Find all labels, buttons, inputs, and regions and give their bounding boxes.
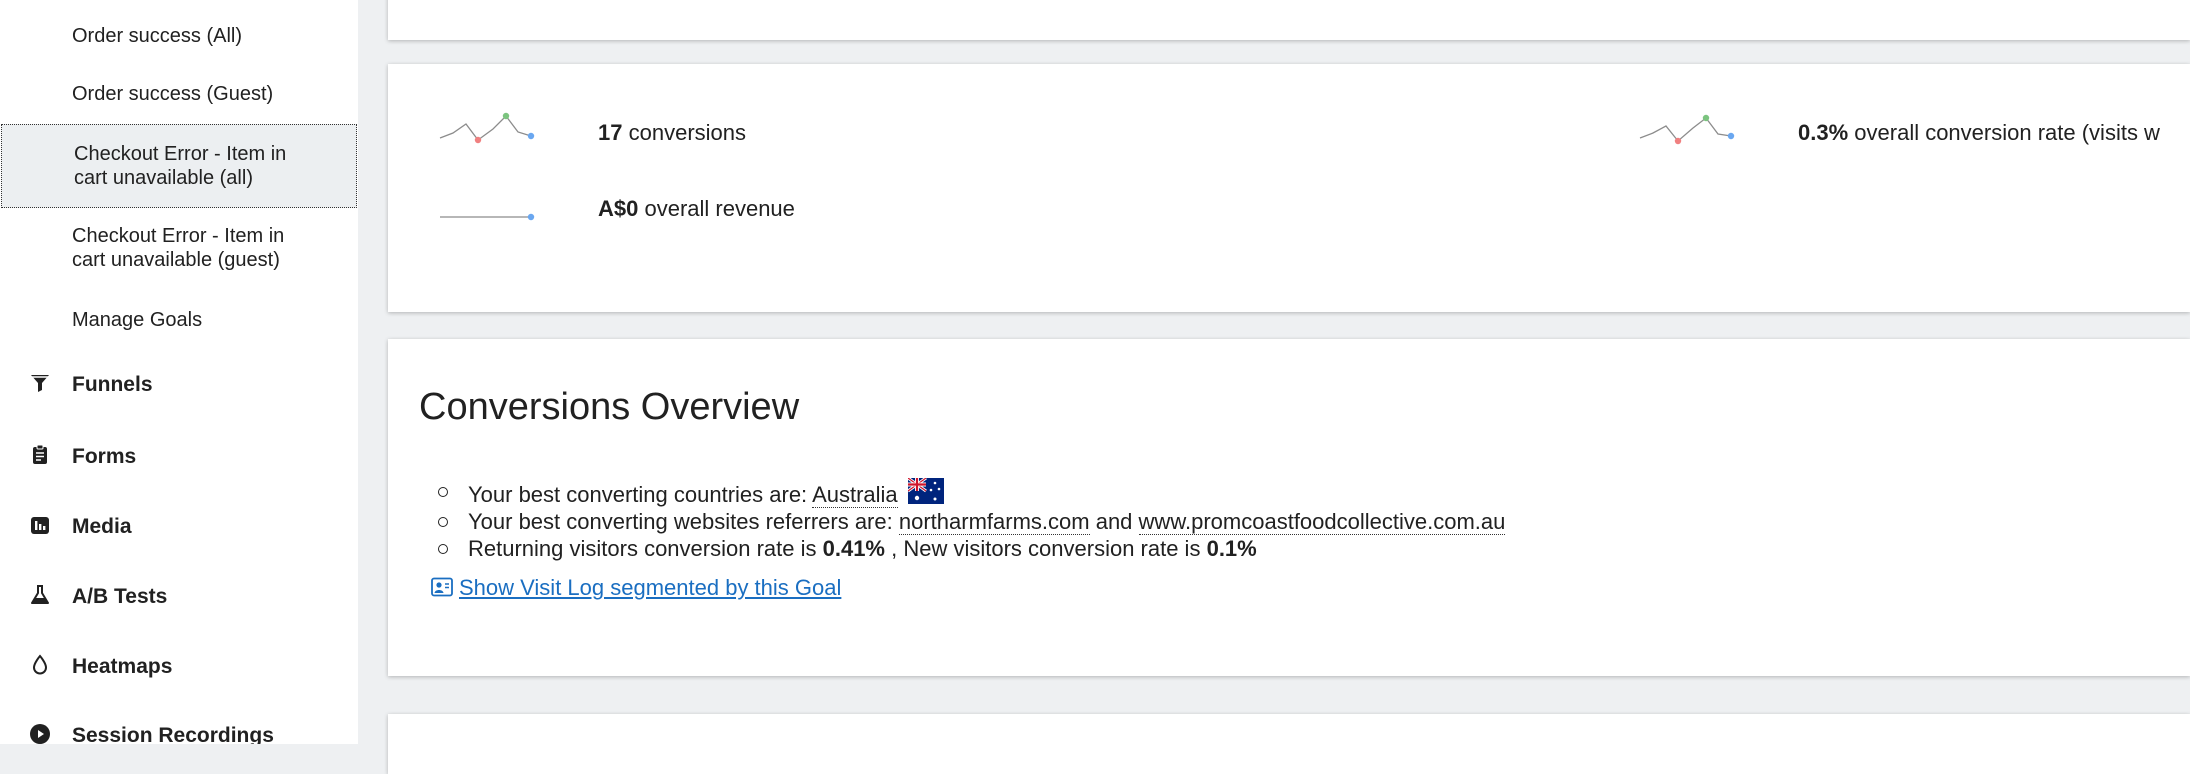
sidebar-category-label: Funnels	[72, 373, 153, 396]
flask-icon	[31, 585, 49, 604]
sidebar-item-label: Order success (Guest)	[72, 83, 274, 105]
list-item-referrers: Your best converting websites referrers …	[437, 508, 1506, 535]
conversion-rate-value: 0.3%	[1798, 120, 1849, 145]
overview-title: Conversions Overview	[419, 386, 800, 428]
sidebar: Order success (All) Order success (Guest…	[0, 0, 358, 744]
sidebar-category-forms[interactable]: Forms	[0, 437, 358, 477]
conversions-label: conversions	[628, 120, 746, 145]
sidebar-category-label: Session Recordings	[72, 724, 274, 744]
returning-prefix: Returning visitors conversion rate is	[468, 536, 817, 561]
conversion-rate-sparkline[interactable]	[1638, 106, 1738, 146]
sidebar-item-label-line1: Checkout Error - Item in	[72, 225, 285, 247]
sidebar-manage-goals[interactable]: Manage Goals	[0, 308, 358, 332]
media-icon	[31, 517, 49, 534]
countries-prefix: Your best converting countries are:	[468, 482, 808, 507]
sidebar-category-label: Heatmaps	[72, 655, 173, 678]
returning-rate: 0.41%	[822, 536, 885, 561]
drop-icon	[32, 654, 48, 675]
new-prefix: , New visitors conversion rate is	[891, 536, 1201, 561]
funnel-icon	[31, 375, 49, 392]
play-icon	[30, 724, 50, 744]
visitor-profile-icon	[431, 577, 453, 597]
sidebar-category-label: Forms	[72, 445, 137, 468]
referrer-link-1[interactable]: northarmfarms.com	[898, 509, 1090, 535]
revenue-value: A$0	[598, 196, 639, 221]
show-visit-log-link[interactable]: Show Visit Log segmented by this Goal	[431, 575, 841, 601]
list-item-countries: Your best converting countries are: Aust…	[437, 478, 1505, 508]
referrers-prefix: Your best converting websites referrers …	[468, 509, 893, 534]
referrer-and: and	[1095, 509, 1133, 534]
conversions-value: 17	[598, 120, 623, 145]
australia-flag-icon	[907, 478, 944, 504]
sparklines-card: 17 conversions 0.3% overall conversion r…	[388, 64, 2190, 312]
sidebar-item-label-line1: Checkout Error - Item in	[74, 143, 287, 165]
conversions-metric: 17 conversions	[598, 120, 746, 146]
list-item-visitor-rates: Returning visitors conversion rate is 0.…	[437, 535, 1505, 562]
sidebar-goal-checkout-error-all[interactable]: Checkout Error - Item in cart unavailabl…	[1, 124, 357, 208]
new-rate: 0.1%	[1206, 536, 1257, 561]
sidebar-goal-checkout-error-guest[interactable]: Checkout Error - Item in cart unavailabl…	[0, 224, 358, 272]
revenue-label: overall revenue	[644, 196, 795, 221]
sidebar-item-label-line2: cart unavailable (guest)	[72, 249, 280, 271]
visit-log-link-label: Show Visit Log segmented by this Goal	[459, 575, 842, 600]
next-card	[388, 714, 2190, 774]
sidebar-category-heatmaps[interactable]: Heatmaps	[0, 647, 358, 687]
sidebar-goal-order-success-all[interactable]: Order success (All)	[0, 24, 358, 48]
sidebar-item-label-line2: cart unavailable (all)	[74, 167, 253, 189]
clipboard-icon	[33, 444, 47, 464]
sidebar-item-label: Manage Goals	[72, 309, 203, 331]
revenue-sparkline[interactable]	[438, 207, 538, 227]
conversion-rate-metric: 0.3% overall conversion rate (visits w	[1798, 120, 2160, 146]
sidebar-category-ab-tests[interactable]: A/B Tests	[0, 577, 358, 617]
overview-list: Your best converting countries are: Aust…	[437, 478, 1506, 562]
sidebar-category-media[interactable]: Media	[0, 507, 358, 547]
referrer-link-2[interactable]: www.promcoastfoodcollective.com.au	[1138, 509, 1506, 535]
previous-card	[388, 0, 2190, 40]
sidebar-category-session-recordings[interactable]: Session Recordings	[0, 716, 358, 744]
sidebar-category-funnels[interactable]: Funnels	[0, 365, 358, 405]
sidebar-category-label: A/B Tests	[72, 585, 168, 608]
sidebar-category-label: Media	[72, 515, 132, 538]
sidebar-goal-order-success-guest[interactable]: Order success (Guest)	[0, 82, 358, 106]
conversion-rate-label: overall conversion rate (visits w	[1854, 120, 2160, 145]
conversions-overview-card: Conversions Overview Your best convertin…	[388, 339, 2190, 676]
conversions-sparkline[interactable]	[438, 106, 538, 146]
revenue-metric: A$0 overall revenue	[598, 196, 795, 222]
sidebar-item-label: Order success (All)	[72, 25, 243, 47]
country-name[interactable]: Australia	[812, 482, 898, 508]
